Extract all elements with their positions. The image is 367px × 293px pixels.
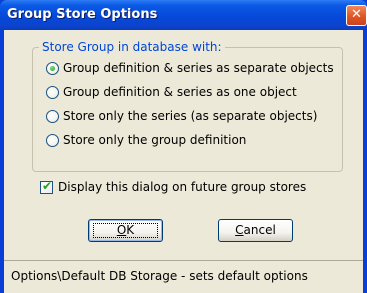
status-text: Options\Default DB Storage - sets defaul… bbox=[11, 269, 308, 283]
radio-button[interactable] bbox=[46, 86, 59, 99]
display-dialog-label: Display this dialog on future group stor… bbox=[58, 180, 307, 194]
dialog-body: Store Group in database with: Group defi… bbox=[4, 30, 363, 293]
title-bar[interactable]: Group Store Options ✕ bbox=[0, 0, 367, 30]
cancel-button[interactable]: Cancel bbox=[218, 219, 293, 242]
store-group-box: Store Group in database with: Group defi… bbox=[32, 40, 343, 172]
radio-button[interactable] bbox=[46, 134, 59, 147]
close-button[interactable]: ✕ bbox=[346, 5, 367, 26]
cancel-mnemonic: C bbox=[235, 223, 244, 237]
radio-button-selected[interactable] bbox=[46, 62, 59, 75]
dialog-window: Group Store Options ✕ Store Group in dat… bbox=[0, 0, 367, 293]
ok-button[interactable]: OK bbox=[88, 219, 163, 242]
radio-label: Store only the series (as separate objec… bbox=[63, 109, 318, 123]
radio-label: Group definition & series as separate ob… bbox=[63, 61, 334, 75]
group-box-legend: Store Group in database with: bbox=[39, 40, 225, 54]
checkmark-icon: ✔ bbox=[42, 179, 53, 193]
radio-button[interactable] bbox=[46, 110, 59, 123]
close-icon: ✕ bbox=[351, 7, 362, 22]
radio-label: Store only the group definition bbox=[63, 133, 247, 147]
radio-label: Group definition & series as one object bbox=[63, 85, 297, 99]
window-title: Group Store Options bbox=[7, 7, 158, 22]
focus-rectangle bbox=[93, 223, 158, 238]
cancel-label-rest: ancel bbox=[243, 223, 276, 237]
display-dialog-checkbox[interactable]: ✔ bbox=[40, 179, 53, 194]
status-bar: Options\Default DB Storage - sets defaul… bbox=[4, 260, 363, 293]
